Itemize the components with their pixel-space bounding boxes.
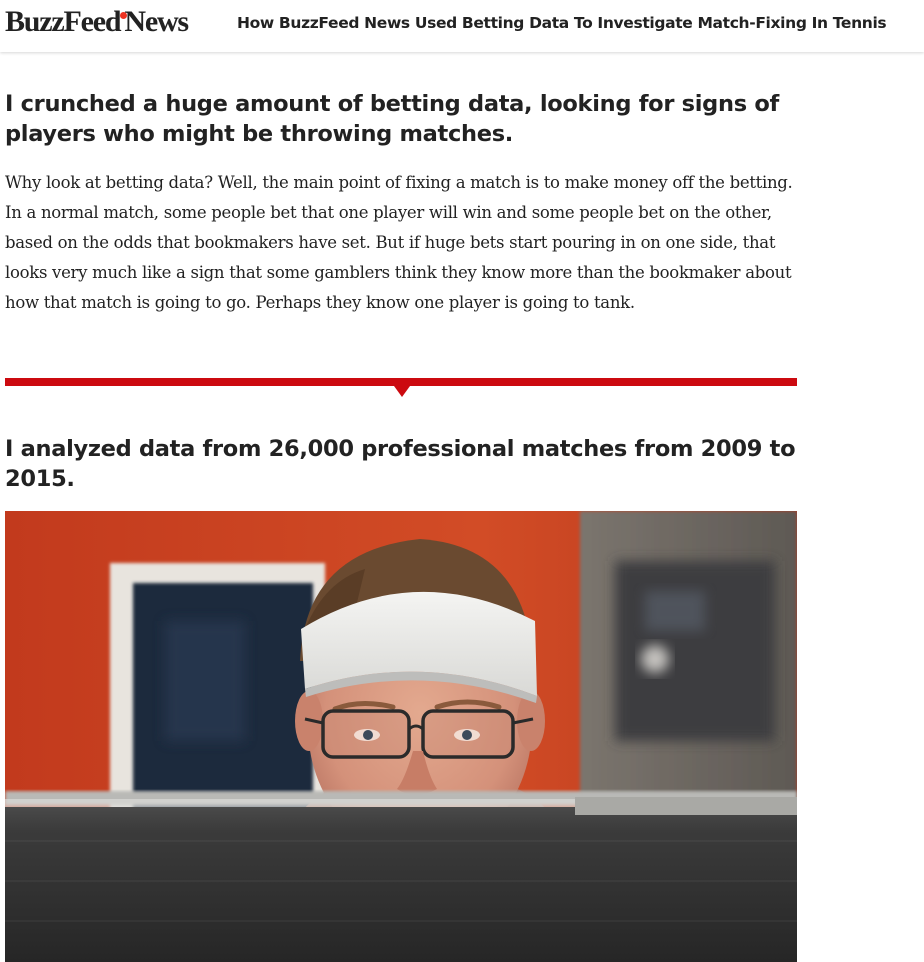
article-photo-reporter-with-headband <box>5 511 797 962</box>
section-heading-analyzed-matches: I analyzed data from 26,000 professional… <box>5 436 796 492</box>
photo-illustration <box>5 511 797 962</box>
paragraph-why-betting-data: Why look at betting data? Well, the main… <box>5 173 793 312</box>
header-article-title-link[interactable]: How BuzzFeed News Used Betting Data To I… <box>237 12 887 34</box>
logo-buzzfeed-text: BuzzFeed <box>5 5 122 38</box>
buzzfeed-news-logo[interactable]: BuzzFeed News <box>5 4 189 40</box>
site-header: BuzzFeed News How BuzzFeed News Used Bet… <box>0 0 924 52</box>
logo-news-text: News <box>120 4 189 40</box>
logo-news-label: News <box>124 5 189 38</box>
section-divider <box>5 378 797 386</box>
section-heading-crunched-data: I crunched a huge amount of betting data… <box>5 91 779 147</box>
divider-notch-icon <box>394 386 410 397</box>
